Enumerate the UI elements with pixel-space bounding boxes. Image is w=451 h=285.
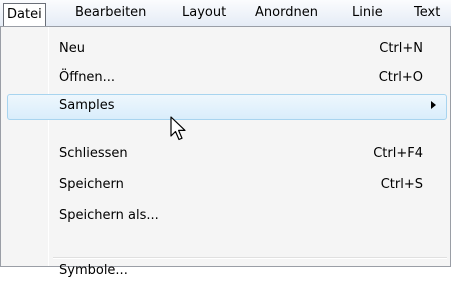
menu-item-shortcut: Ctrl+S [380,177,423,192]
menu-anordnen[interactable]: Anordnen [255,4,318,24]
menu-item-neu[interactable]: Neu Ctrl+N [1,35,450,63]
menu-item-samples[interactable]: Samples [1,92,450,120]
menu-datei[interactable]: Datei [3,3,46,26]
menu-linie[interactable]: Linie [352,4,383,24]
menu-item-speichern-als[interactable]: Speichern als... [1,202,450,230]
menu-item-shortcut: Ctrl+O [378,70,423,85]
menu-item-label: Speichern [59,177,124,192]
menu-item-label: Öffnen... [59,70,116,85]
mouse-cursor-icon [170,116,186,141]
menu-item-shortcut: Ctrl+F4 [373,146,423,161]
menu-item-label: Schliessen [59,146,128,161]
menu-item-label: Speichern als... [59,208,159,223]
menu-item-speichern[interactable]: Speichern Ctrl+S [1,171,450,199]
menu-item-label: Neu [59,41,85,56]
menu-item-schliessen[interactable]: Schliessen Ctrl+F4 [1,140,450,168]
datei-dropdown-menu: Neu Ctrl+N Öffnen... Ctrl+O Samples Schl… [0,26,451,278]
menu-text[interactable]: Text [414,4,440,24]
menu-item-shortcut: Ctrl+N [379,41,423,56]
menu-bar: Datei Bearbeiten Layout Anordnen Linie T… [0,0,451,28]
menu-item-label: Symbole... [59,263,128,278]
menu-bearbeiten[interactable]: Bearbeiten [75,4,146,24]
chevron-right-icon [431,101,436,109]
menu-layout[interactable]: Layout [182,4,226,24]
menu-item-symbole[interactable]: Symbole... [1,257,450,285]
menu-item-oeffnen[interactable]: Öffnen... Ctrl+O [1,64,450,92]
menu-item-label: Samples [59,98,115,113]
